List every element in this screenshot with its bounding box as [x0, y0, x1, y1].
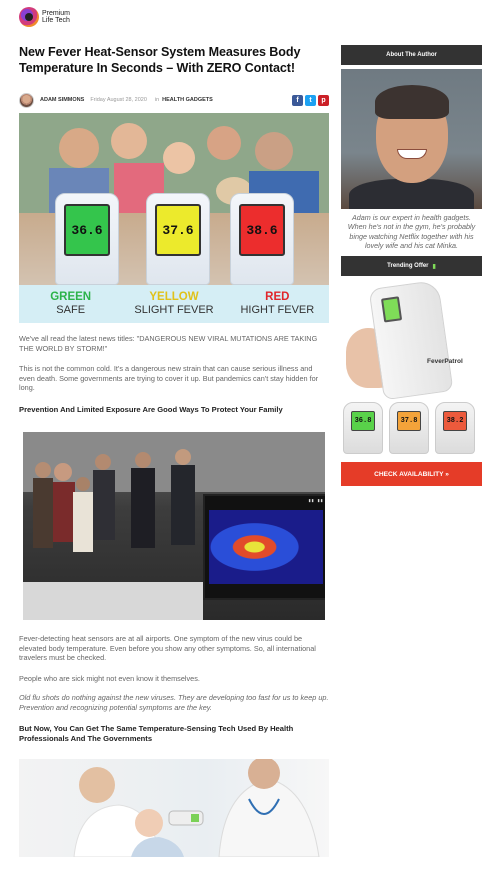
- level-high-label: RED: [265, 291, 290, 303]
- author-avatar: [19, 92, 34, 108]
- thermal-monitor: ▮▮ ▮▮: [203, 493, 325, 600]
- heading-prevention: Prevention And Limited Exposure Are Good…: [19, 404, 283, 414]
- paragraph-strain: This is not the common cold. It's a dang…: [19, 364, 319, 393]
- product-image[interactable]: FeverPatrol 36.8 37.8 38.2: [341, 276, 482, 457]
- reading-green: 36.6: [64, 204, 110, 256]
- publish-date: Friday August 28, 2020: [90, 97, 147, 103]
- heading-tech: But Now, You Can Get The Same Temperatur…: [19, 723, 294, 743]
- doctor-child-image: [19, 758, 329, 857]
- reading-yellow: 37.6: [155, 204, 201, 256]
- category-prefix: in: [154, 97, 160, 103]
- author-photo-shirt: [349, 179, 474, 209]
- doctor-child-photo: [73, 758, 320, 857]
- thermometer-yellow: 37.6: [146, 193, 210, 285]
- thermometer-gun-screen: [380, 296, 403, 323]
- thermal-heatmap: [209, 509, 323, 584]
- thermometer-green: 36.6: [55, 193, 119, 285]
- logo-line-2: Life Tech: [42, 17, 70, 24]
- about-author-header: About The Author: [341, 45, 482, 65]
- paragraph-intro: We've all read the latest news titles: "…: [19, 334, 329, 353]
- article-main: New Fever Heat-Sensor System Measures Bo…: [19, 45, 329, 857]
- mini-thermometer-orange: 37.8: [389, 402, 429, 455]
- reading-red: 38.6: [239, 204, 285, 256]
- thermometer-red: 38.6: [230, 193, 294, 285]
- logo-line-1: Premium: [42, 10, 71, 17]
- level-safe-sub: SAFE: [56, 304, 86, 316]
- level-high-sub: HIGHT FEVER: [240, 304, 315, 316]
- level-slight-label: YELLOW: [149, 291, 199, 303]
- hero-image-thermometers: 36.6 37.6 38.6 GREEN SAFE YELLOW SLIGHT …: [19, 113, 329, 323]
- site-logo[interactable]: Premium Life Tech: [19, 7, 70, 27]
- paragraph-flu-shots: Old flu shots do nothing against the new…: [19, 693, 329, 712]
- paragraph-unaware: People who are sick might not even know …: [19, 673, 200, 683]
- level-slight-sub: SLIGHT FEVER: [134, 304, 214, 316]
- monitor-hud: ▮▮ ▮▮: [307, 497, 323, 504]
- mini-reading-red: 38.2: [443, 411, 467, 432]
- trending-offer-title: Trending Offer: [387, 263, 429, 270]
- mini-thermometer-red: 38.2: [435, 402, 475, 455]
- pinterest-icon[interactable]: p: [318, 94, 329, 106]
- airport-screening-image: ▮▮ ▮▮: [23, 431, 325, 620]
- level-high: RED HIGHT FEVER: [226, 285, 329, 323]
- mini-thermometer-green: 36.8: [343, 402, 383, 455]
- fever-level-legend: GREEN SAFE YELLOW SLIGHT FEVER RED HIGHT…: [19, 285, 329, 323]
- category-link[interactable]: HEALTH GADGETS: [162, 97, 213, 103]
- author-photo: [341, 69, 482, 209]
- signal-icon: ▮: [432, 263, 436, 270]
- mini-reading-green: 36.8: [351, 411, 375, 432]
- article-title: New Fever Heat-Sensor System Measures Bo…: [19, 45, 301, 75]
- mini-reading-orange: 37.8: [397, 411, 421, 432]
- product-readings: 36.8 37.8 38.2: [343, 402, 475, 455]
- level-safe: GREEN SAFE: [19, 285, 122, 323]
- author-photo-hair: [375, 85, 449, 119]
- intro-lead: We've all read the latest news titles:: [19, 334, 137, 343]
- author-bio: Adam is our expert in health gadgets. Wh…: [347, 213, 476, 250]
- logo-mark-icon: [19, 7, 39, 27]
- level-safe-label: GREEN: [50, 291, 92, 303]
- thermometer-gun: [368, 279, 454, 401]
- logo-wordmark: Premium Life Tech: [42, 10, 70, 24]
- article-byline: ADAM SIMMONS Friday August 28, 2020 in H…: [19, 91, 329, 109]
- facebook-icon[interactable]: f: [292, 94, 303, 106]
- author-name[interactable]: ADAM SIMMONS: [40, 97, 84, 103]
- share-buttons: f t p: [292, 94, 329, 106]
- trending-offer-header: Trending Offer ▮: [341, 256, 482, 277]
- sidebar: About The Author Adam is our expert in h…: [341, 45, 482, 487]
- product-brand: FeverPatrol: [427, 358, 463, 366]
- paragraph-airports: Fever-detecting heat sensors are at all …: [19, 633, 316, 663]
- check-availability-button[interactable]: CHECK AVAILABILITY »: [341, 462, 482, 487]
- twitter-icon[interactable]: t: [305, 94, 316, 106]
- level-slight: YELLOW SLIGHT FEVER: [122, 285, 225, 323]
